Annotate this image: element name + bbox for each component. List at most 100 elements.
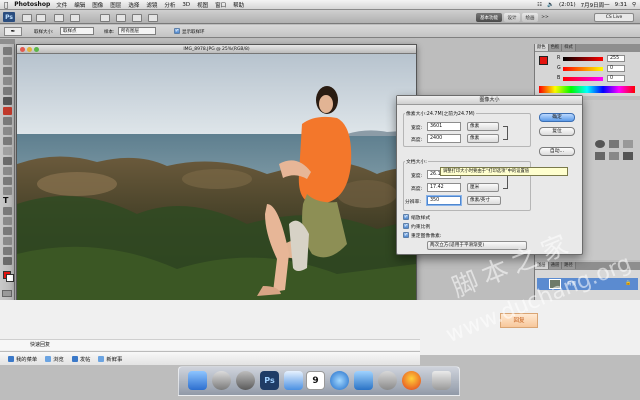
minimize-window-icon[interactable] — [27, 47, 32, 52]
r-value-field[interactable]: 255 — [607, 55, 625, 62]
menu-help[interactable]: 帮助 — [233, 1, 244, 9]
ok-button[interactable]: 确定 — [539, 113, 575, 122]
hand-tool-icon[interactable] — [100, 14, 110, 22]
doc-height-input[interactable]: 17.42 — [427, 183, 461, 192]
menu-analysis[interactable]: 分析 — [164, 1, 175, 9]
rotate-view-icon[interactable] — [116, 14, 126, 22]
healing-brush-icon[interactable] — [3, 107, 12, 115]
path-select-icon[interactable] — [3, 207, 12, 215]
width-unit-select[interactable]: 像素 — [467, 122, 499, 131]
menu-3d[interactable]: 3D — [182, 2, 190, 8]
adjust-hue-icon[interactable] — [595, 152, 605, 160]
workspace-essentials[interactable]: 基本功能 — [476, 13, 502, 22]
adjust-levels-icon[interactable] — [609, 140, 619, 148]
reset-button[interactable]: 复位 — [539, 127, 575, 136]
quick-select-tool-icon[interactable] — [3, 77, 12, 85]
3d-orbit-icon[interactable] — [3, 237, 12, 245]
zoom-level-icon[interactable] — [70, 14, 80, 22]
brush-tool-icon[interactable] — [3, 117, 12, 125]
system-preferences-icon[interactable] — [378, 371, 397, 390]
launchpad-icon[interactable] — [236, 371, 255, 390]
eyedropper-preset-icon[interactable]: ✒ — [4, 27, 22, 36]
zoom-window-icon[interactable] — [34, 47, 39, 52]
constrain-checkbox[interactable]: ✓ — [403, 223, 409, 229]
mail-icon[interactable] — [284, 371, 303, 390]
tab-styles[interactable]: 样式 — [562, 44, 576, 51]
workspace-painting[interactable]: 绘画 — [522, 13, 538, 22]
cs-live-button[interactable]: CS Live — [594, 13, 634, 22]
calendar-icon[interactable]: 9 — [306, 371, 325, 390]
shape-tool-icon[interactable] — [3, 217, 12, 225]
browse-item[interactable]: 浏览 — [45, 355, 64, 363]
zoom-tool-icon[interactable] — [3, 257, 12, 265]
g-slider[interactable] — [563, 67, 603, 71]
tools-panel-header[interactable] — [0, 39, 15, 44]
menu-image[interactable]: 图像 — [92, 1, 103, 9]
finder-icon[interactable] — [188, 371, 207, 390]
doc-height-unit-select[interactable]: 厘米 — [467, 183, 499, 192]
quick-mask-icon[interactable] — [2, 290, 12, 297]
blur-tool-icon[interactable] — [3, 167, 12, 175]
b-value-field[interactable]: 0 — [607, 75, 625, 82]
adjust-brightness-icon[interactable] — [595, 140, 605, 148]
auto-button[interactable]: 自动... — [539, 147, 575, 156]
b-slider[interactable] — [563, 77, 603, 81]
width-input[interactable]: 3601 — [427, 122, 461, 131]
adjust-bw-icon[interactable] — [623, 152, 633, 160]
history-brush-icon[interactable] — [3, 137, 12, 145]
eraser-tool-icon[interactable] — [3, 147, 12, 155]
adjust-balance-icon[interactable] — [609, 152, 619, 160]
menu-app-name[interactable]: Photoshop — [14, 1, 50, 8]
apple-icon[interactable]:  — [4, 1, 8, 9]
workspace-more[interactable]: >> — [540, 13, 550, 22]
background-color-swatch[interactable] — [6, 274, 14, 282]
news-item[interactable]: 新鲜事 — [98, 355, 122, 363]
spotlight-icon[interactable]: ⚲ — [632, 2, 636, 8]
resolution-input[interactable]: 350 — [427, 196, 461, 205]
safari-icon[interactable] — [330, 371, 349, 390]
photo-canvas[interactable] — [17, 54, 416, 318]
tab-swatches[interactable]: 色板 — [548, 44, 563, 51]
trash-icon[interactable] — [432, 371, 451, 390]
sample-size-select[interactable]: 取样点 — [60, 27, 94, 35]
document-title-bar[interactable]: IMG_8978.JPG @ 25%(RGB/8) — [17, 45, 416, 54]
photoshop-dock-icon[interactable]: Ps — [260, 371, 279, 390]
tab-paths[interactable]: 路径 — [562, 262, 576, 269]
adjust-curves-icon[interactable] — [623, 140, 633, 148]
clock-date[interactable]: 7月9日周一 — [581, 1, 610, 9]
my-menu-item[interactable]: 我的菜单 — [8, 355, 37, 363]
gradient-tool-icon[interactable] — [3, 157, 12, 165]
workspace-design[interactable]: 设计 — [504, 13, 520, 22]
menu-edit[interactable]: 编辑 — [74, 1, 85, 9]
tab-color[interactable]: 颜色 — [535, 44, 549, 51]
resample-checkbox[interactable]: ✓ — [403, 232, 409, 238]
lasso-tool-icon[interactable] — [3, 67, 12, 75]
height-unit-select[interactable]: 像素 — [467, 134, 499, 143]
height-input[interactable]: 2400 — [427, 134, 461, 143]
menu-window[interactable]: 窗口 — [215, 1, 226, 9]
clone-stamp-icon[interactable] — [3, 127, 12, 135]
menu-layer[interactable]: 图层 — [110, 1, 121, 9]
show-ring-checkbox[interactable]: ✓ — [174, 28, 180, 34]
clock-time[interactable]: 9:31 — [615, 2, 627, 8]
marquee-tool-icon[interactable] — [3, 57, 12, 65]
minibridge-icon[interactable] — [36, 14, 46, 22]
r-slider[interactable] — [563, 57, 603, 61]
dodge-tool-icon[interactable] — [3, 177, 12, 185]
color-ramp[interactable] — [539, 86, 635, 93]
hand-tool-icon[interactable] — [3, 247, 12, 255]
guides-icon[interactable] — [54, 14, 64, 22]
eyedropper-tool-icon[interactable] — [3, 97, 12, 105]
menu-select[interactable]: 选择 — [128, 1, 139, 9]
close-window-icon[interactable] — [20, 47, 25, 52]
crop-tool-icon[interactable] — [3, 87, 12, 95]
post-item[interactable]: 发帖 — [71, 355, 90, 363]
scale-styles-checkbox[interactable]: ✓ — [403, 214, 409, 220]
resolution-unit-select[interactable]: 像素/英寸 — [467, 196, 501, 205]
3d-rotate-icon[interactable] — [3, 227, 12, 235]
pen-tool-icon[interactable] — [3, 187, 12, 195]
sample-select[interactable]: 所有图层 — [118, 27, 156, 35]
app-store-icon[interactable] — [354, 371, 373, 390]
g-value-field[interactable]: 0 — [607, 65, 625, 72]
move-tool-icon[interactable] — [3, 47, 12, 55]
